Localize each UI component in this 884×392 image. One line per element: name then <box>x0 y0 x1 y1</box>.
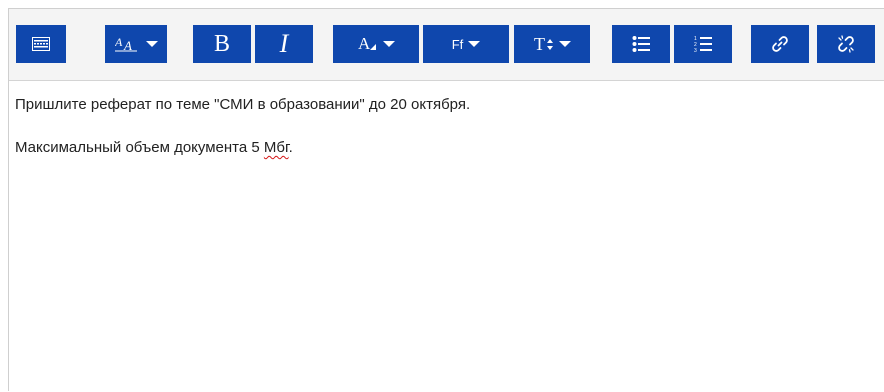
svg-text:A: A <box>115 35 123 49</box>
bullet-list-icon <box>632 35 650 53</box>
svg-text:A: A <box>358 35 371 53</box>
text-segment: . <box>288 139 293 156</box>
numbered-list-icon: 1 2 3 <box>694 35 712 53</box>
chevron-down-icon <box>382 41 395 47</box>
font-style-icon: A A <box>114 35 141 53</box>
link-button[interactable] <box>751 25 809 63</box>
numbered-list-button[interactable]: 1 2 3 <box>674 25 732 63</box>
content-paragraph: Пришлите реферат по теме "СМИ в образова… <box>15 96 471 113</box>
toggle-toolbar-button[interactable] <box>16 25 66 63</box>
content-paragraph: Максимальный объем документа 5 Мбг. <box>15 137 884 159</box>
bold-icon: B <box>213 31 230 57</box>
editor-content-area[interactable]: Пришлите реферат по теме "СМИ в образова… <box>9 81 884 392</box>
editor-toolbar: A A B I A Ff T 1 2 3 <box>9 9 884 81</box>
font-style-button[interactable]: A A <box>105 25 167 63</box>
bullet-list-button[interactable] <box>612 25 670 63</box>
svg-text:T: T <box>534 35 545 53</box>
font-size-icon: T <box>534 35 554 53</box>
misspelled-word: Мбг <box>263 139 289 156</box>
unlink-button[interactable] <box>817 25 875 63</box>
chevron-down-icon <box>145 41 158 47</box>
font-family-button[interactable]: Ff <box>423 25 509 63</box>
chevron-down-icon <box>468 41 481 47</box>
chevron-down-icon <box>558 41 571 47</box>
keyboard-rows-icon <box>32 37 50 51</box>
svg-text:3: 3 <box>694 48 697 53</box>
italic-button[interactable]: I <box>255 25 313 63</box>
text-segment: Максимальный объем документа 5 <box>15 139 264 156</box>
bold-button[interactable]: B <box>193 25 251 63</box>
unlink-icon <box>836 34 856 54</box>
font-size-button[interactable]: T <box>514 25 590 63</box>
font-color-button[interactable]: A <box>333 25 419 63</box>
link-icon <box>770 34 790 54</box>
rich-text-editor: A A B I A Ff T 1 2 3 Пришлите реферат по… <box>8 8 884 391</box>
font-color-icon: A <box>358 35 378 53</box>
font-family-icon: Ff <box>451 36 464 52</box>
italic-icon: I <box>279 29 289 58</box>
